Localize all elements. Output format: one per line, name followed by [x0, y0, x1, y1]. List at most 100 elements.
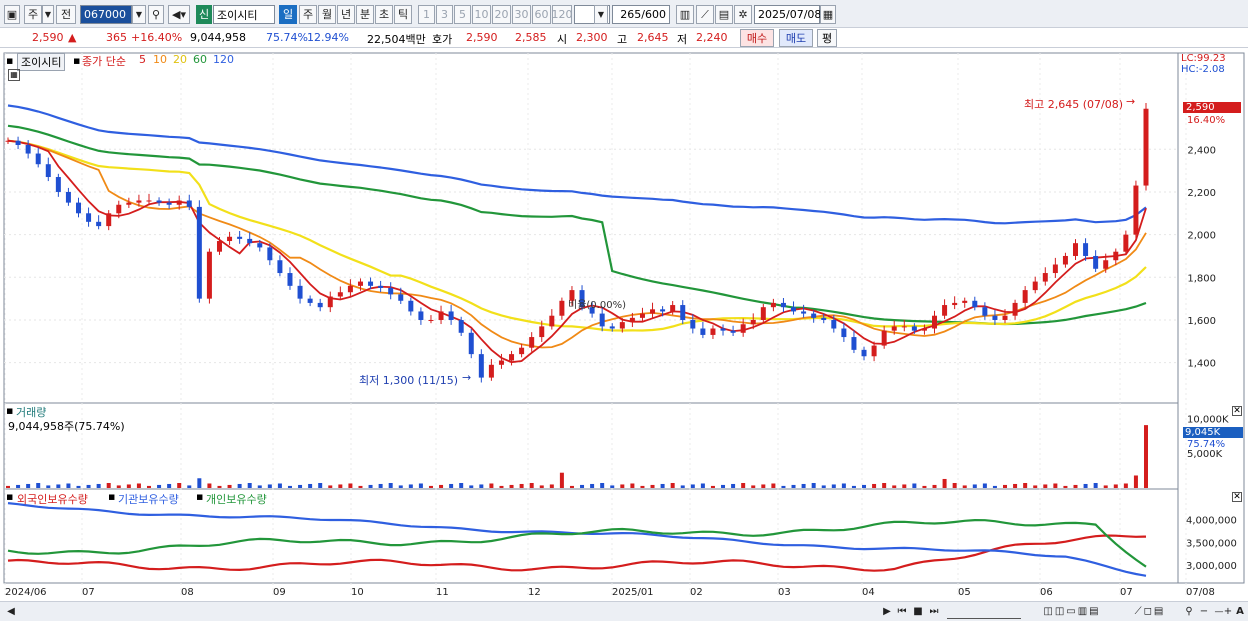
- minus-icon[interactable]: −: [1198, 604, 1210, 619]
- gear-icon[interactable]: ✲: [734, 5, 752, 24]
- interval-20-button[interactable]: 20: [492, 5, 511, 24]
- candle-body: [1002, 315, 1008, 320]
- candle-body: [176, 200, 182, 205]
- sell-button[interactable]: 매도: [779, 29, 813, 47]
- interval-dropdown-icon[interactable]: ▼: [594, 5, 608, 24]
- candle-body: [317, 302, 323, 308]
- volume-bar: [862, 484, 867, 488]
- avg-button[interactable]: 평: [817, 29, 837, 47]
- buy-button[interactable]: 매수: [740, 29, 774, 47]
- search-icon[interactable]: ⚲: [148, 5, 164, 24]
- period-minute-button[interactable]: 분: [356, 5, 374, 24]
- period-week-button[interactable]: 주: [299, 5, 317, 24]
- code-dropdown-icon[interactable]: ▼: [132, 5, 146, 24]
- interval-3-button[interactable]: 3: [436, 5, 453, 24]
- interval-30-button[interactable]: 30: [512, 5, 531, 24]
- candle-body: [730, 330, 736, 333]
- interval-120-button[interactable]: 120: [552, 5, 573, 24]
- volume-bar: [882, 482, 887, 488]
- volume-bar: [590, 483, 595, 488]
- calendar-icon[interactable]: ▦: [820, 5, 836, 24]
- scroll-track-icon[interactable]: [947, 604, 1021, 619]
- stop-icon[interactable]: ■: [911, 604, 925, 619]
- volume-marker-icon: ▪: [6, 404, 14, 417]
- volume-bar: [781, 485, 786, 488]
- nav-right-icon[interactable]: ▶: [880, 604, 894, 619]
- market-select[interactable]: 주: [24, 5, 42, 24]
- chart-type-icon[interactable]: ◫◫▭▥▤: [1024, 604, 1120, 619]
- volume-bar: [700, 483, 705, 488]
- volume-bar: [942, 478, 947, 488]
- zoom-icon[interactable]: ⚲: [1182, 604, 1196, 619]
- candle-body: [750, 319, 756, 325]
- holder-marker-icon: ▪: [196, 490, 204, 503]
- holder-close-icon[interactable]: ✕: [1232, 492, 1242, 502]
- volume-bar: [298, 484, 303, 488]
- candle-body: [136, 200, 142, 203]
- x-tick-label: 02: [690, 587, 703, 598]
- interval-60-button[interactable]: 60: [532, 5, 551, 24]
- volume-bar: [197, 478, 202, 488]
- period-day-button[interactable]: 일: [279, 5, 297, 24]
- interval-1-button[interactable]: 1: [418, 5, 435, 24]
- chart-canvas[interactable]: 2024/06 07 08 09 10 11 12 2025/01 02 03 04 05 06 07 07…: [0, 49, 1248, 601]
- next-icon[interactable]: ⏭: [927, 604, 941, 619]
- stock-name-tab[interactable]: 조이시티: [17, 53, 66, 71]
- sound-icon[interactable]: ◀▾: [168, 5, 190, 24]
- count-field[interactable]: 265/600: [612, 5, 670, 24]
- table-icon[interactable]: ▦: [8, 69, 20, 81]
- volume-bar: [690, 484, 695, 488]
- scroll-left-icon[interactable]: ◀: [4, 604, 18, 619]
- candle-body: [166, 202, 172, 205]
- save-icon[interactable]: ▤: [715, 5, 733, 24]
- candle-body: [760, 307, 766, 320]
- volume-bar: [580, 484, 585, 488]
- window-icon[interactable]: ▣: [4, 5, 20, 24]
- volume-bar: [36, 482, 41, 488]
- period-year-button[interactable]: 년: [337, 5, 355, 24]
- line-tool-icon[interactable]: ⟋: [696, 5, 714, 24]
- candle-body: [458, 319, 464, 333]
- volume-bar: [217, 485, 222, 488]
- interval-10-button[interactable]: 10: [472, 5, 491, 24]
- volume-close-icon[interactable]: ✕: [1232, 406, 1242, 416]
- chart-area[interactable]: 2024/06 07 08 09 10 11 12 2025/01 02 03 04 05 06 07 07…: [0, 49, 1248, 601]
- volume-bar: [267, 484, 272, 488]
- candle-body: [287, 273, 293, 286]
- candle-icon[interactable]: ▥: [676, 5, 694, 24]
- holder-tick-label: 3,500,000: [1186, 538, 1237, 549]
- volume-bar: [1123, 483, 1128, 488]
- stock-name-field[interactable]: 조이시티: [213, 5, 275, 24]
- candle-body: [509, 354, 515, 361]
- first-icon[interactable]: ⏮: [895, 604, 909, 619]
- candle-body: [529, 337, 535, 348]
- date-input[interactable]: 2025/07/08: [754, 5, 821, 24]
- period-second-button[interactable]: 초: [375, 5, 393, 24]
- volume-bar: [872, 483, 877, 488]
- candle-body: [650, 309, 656, 314]
- period-month-button[interactable]: 월: [318, 5, 336, 24]
- candle-body: [106, 213, 112, 227]
- lc-value: LC:99.23: [1181, 53, 1226, 64]
- candle-body: [982, 307, 988, 316]
- ma-60-label: 60: [193, 53, 207, 66]
- candle-body: [237, 236, 243, 239]
- plus-icon[interactable]: +: [1222, 604, 1234, 619]
- code-input[interactable]: 067000: [80, 5, 132, 24]
- draw-tools-icon[interactable]: ⟋◻▤: [1120, 604, 1180, 619]
- period-tick-button[interactable]: 틱: [394, 5, 412, 24]
- volume-bar: [86, 484, 91, 488]
- ratio-annotation: 비율(0.00%): [568, 300, 626, 311]
- candle-body: [65, 191, 71, 203]
- period-label: 주: [302, 8, 314, 21]
- volume-bar: [1043, 484, 1048, 488]
- high-arrow-icon: →: [1126, 95, 1136, 108]
- volume-bar: [146, 485, 151, 488]
- interval-5-button[interactable]: 5: [454, 5, 471, 24]
- prev-button[interactable]: 전: [56, 5, 76, 24]
- candle-body: [267, 247, 273, 261]
- candle-body: [972, 300, 978, 308]
- font-icon[interactable]: A: [1234, 604, 1246, 619]
- candle-body: [841, 328, 847, 338]
- market-dropdown-icon[interactable]: ▼: [42, 5, 54, 24]
